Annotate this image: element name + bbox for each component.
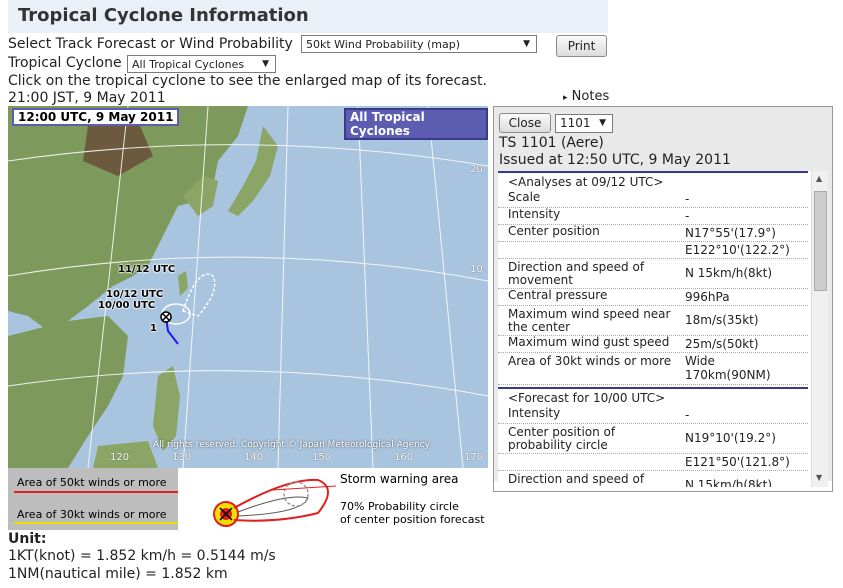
table-row: Maximum wind gust speed 25m/s(50kt)	[498, 336, 808, 353]
scroll-down-icon[interactable]: ▼	[816, 473, 822, 482]
issued-time: Issued at 12:50 UTC, 9 May 2011	[499, 152, 731, 168]
units-knot: 1KT(knot) = 1.852 km/h = 0.5144 m/s	[8, 548, 276, 564]
table-row: Center position N17°55'(17.9°)	[498, 225, 808, 242]
lat-tick: 20	[470, 164, 483, 175]
row-key: Area of 30kt winds or more	[508, 354, 672, 368]
map-time-label: 12:00 UTC, 9 May 2011	[12, 108, 180, 126]
row-value: Wide 170km(90NM)	[685, 354, 771, 382]
row-value: 25m/s(50kt)	[685, 337, 759, 351]
row-value: N 15km/h(8kt)	[685, 266, 772, 280]
table-row: E121°50'(121.8°)	[498, 454, 808, 471]
probability-circle-outline	[182, 273, 216, 317]
row-key: Scale	[508, 190, 541, 204]
row-value: N 15km/h(8kt)	[685, 478, 772, 487]
chevron-down-icon: ▼	[262, 59, 269, 69]
scrollbar[interactable]: ▲ ▼	[811, 171, 828, 487]
cyclone-detail-panel: Close 1101 ▼ TS 1101 (Aere) Issued at 12…	[493, 106, 833, 492]
row-key: Direction and speed of movement	[508, 260, 645, 287]
row-value: -	[685, 209, 690, 223]
cyclone-map[interactable]: 12:00 UTC, 9 May 2011 All Tropical Cyclo…	[8, 106, 488, 468]
forecast-select-label: Select Track Forecast or Wind Probabilit…	[8, 36, 293, 52]
map-legend: Area of 50kt winds or more Area of 30kt …	[8, 468, 488, 530]
legend-area50: Area of 50kt winds or more	[17, 476, 167, 489]
copyright-text: All rights reserved. Copyright © Japan M…	[153, 440, 430, 450]
detail-table: <Analyses at 09/12 UTC> Scale - Intensit…	[498, 171, 808, 487]
table-row: Area of 30kt winds or more Wide 170km(90…	[498, 353, 808, 385]
row-value: 996hPa	[685, 290, 730, 304]
page-title: Tropical Cyclone Information	[18, 5, 309, 26]
land-taiwan	[178, 271, 188, 296]
cyclone-select-value: All Tropical Cyclones	[132, 58, 245, 71]
row-key: Center position	[508, 224, 600, 238]
chevron-down-icon: ▼	[523, 39, 530, 49]
row-key: Maximum wind gust speed	[508, 335, 670, 349]
instruction-text: Click on the tropical cyclone to see the…	[8, 73, 487, 89]
table-row: Intensity -	[498, 407, 808, 424]
table-row: Direction and speed of movement N 15km/h…	[498, 259, 808, 289]
forecast-select[interactable]: 50kt Wind Probability (map) ▼	[301, 35, 537, 53]
row-value: N17°55'(17.9°)	[685, 226, 776, 240]
row-value: N19°10'(19.2°)	[685, 431, 776, 445]
forecast-header: <Forecast for 10/00 UTC>	[498, 387, 808, 407]
row-key: Central pressure	[508, 288, 608, 302]
units-heading: Unit:	[8, 531, 47, 547]
storm-name: TS 1101 (Aere)	[499, 135, 604, 151]
row-key: Intensity	[508, 406, 561, 420]
lat-tick: 10	[470, 264, 483, 275]
table-row: Center position of probability circle N1…	[498, 424, 808, 454]
notes-link-label: Notes	[571, 89, 610, 104]
close-button[interactable]: Close	[499, 113, 551, 133]
lon-tick: 160	[394, 452, 414, 463]
table-row: Scale -	[498, 191, 808, 208]
print-button[interactable]: Print	[556, 35, 607, 57]
analysis-header: <Analyses at 09/12 UTC>	[498, 171, 808, 191]
table-row: E122°10'(122.2°)	[498, 242, 808, 259]
land-philippines	[153, 366, 180, 451]
legend-storm-warning: Storm warning area	[340, 472, 459, 486]
cyclone-select[interactable]: All Tropical Cyclones ▼	[127, 55, 276, 73]
lon-tick: 140	[244, 452, 264, 463]
table-row: Maximum wind speed near the center 18m/s…	[498, 306, 808, 336]
row-value: 18m/s(35kt)	[685, 313, 759, 327]
forecast-date-label: 10/00 UTC	[98, 300, 156, 311]
row-value: E121°50'(121.8°)	[685, 455, 790, 469]
map-canvas	[8, 106, 488, 468]
storm-number-label[interactable]: 1	[150, 323, 157, 334]
row-value: E122°10'(122.2°)	[685, 243, 790, 257]
row-key: Direction and speed of	[508, 472, 645, 486]
cyclone-select-label: Tropical Cyclone	[8, 55, 122, 71]
legend-prob-circle-2: of center position forecast	[340, 513, 485, 526]
chevron-down-icon: ▼	[599, 118, 606, 128]
lon-tick: 170	[464, 452, 484, 463]
cyclone-id-value: 1101	[560, 116, 591, 130]
land-japan	[228, 126, 278, 216]
row-value: -	[685, 408, 690, 422]
detail-table-scroll[interactable]: <Analyses at 09/12 UTC> Scale - Intensit…	[498, 171, 828, 487]
table-row: Intensity -	[498, 208, 808, 225]
notes-link[interactable]: ▸ Notes	[563, 89, 609, 104]
cyclone-center-icon	[160, 311, 172, 323]
arrow-right-icon: ▸	[563, 93, 568, 103]
legend-diagram: Storm warning area 70% Probability circl…	[178, 468, 488, 530]
row-value: -	[685, 192, 690, 206]
row-key: Maximum wind speed near the center	[508, 307, 671, 334]
lon-tick: 150	[312, 452, 332, 463]
timestamp: 21:00 JST, 9 May 2011	[8, 90, 166, 106]
table-row: Direction and speed of N 15km/h(8kt)	[498, 471, 808, 488]
lon-tick: 120	[110, 452, 130, 463]
cyclone-id-select[interactable]: 1101 ▼	[555, 114, 613, 133]
scrollbar-thumb[interactable]	[814, 191, 827, 291]
lon-tick: 130	[172, 452, 192, 463]
units-nm: 1NM(nautical mile) = 1.852 km	[8, 566, 228, 582]
forecast-select-value: 50kt Wind Probability (map)	[306, 38, 460, 51]
legend-area30: Area of 30kt winds or more	[17, 508, 167, 521]
map-scope-label: All Tropical Cyclones	[344, 108, 488, 140]
forecast-date-label: 10/12 UTC	[106, 289, 164, 300]
row-key: Intensity	[508, 207, 561, 221]
legend-prob-circle-1: 70% Probability circle	[340, 500, 459, 513]
table-row: Central pressure 996hPa	[498, 289, 808, 306]
row-key: Center position of probability circle	[508, 425, 616, 452]
forecast-date-label: 11/12 UTC	[118, 264, 176, 275]
scroll-up-icon[interactable]: ▲	[816, 174, 822, 183]
